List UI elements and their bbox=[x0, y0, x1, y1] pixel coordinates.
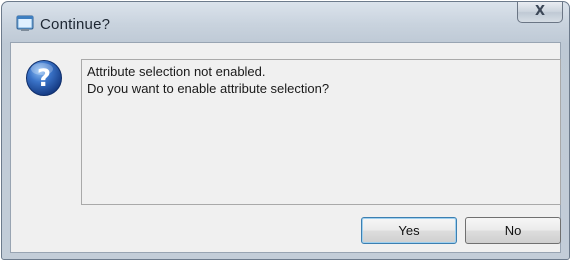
message-line-2: Do you want to enable attribute selectio… bbox=[87, 81, 330, 96]
svg-text:?: ? bbox=[37, 64, 51, 92]
no-button[interactable]: No bbox=[465, 217, 561, 244]
title-bar[interactable]: Continue? X bbox=[2, 2, 569, 42]
dialog-title: Continue? bbox=[40, 16, 111, 33]
close-icon: X bbox=[534, 3, 546, 19]
dialog-window: Continue? X ? Attribute selection not en… bbox=[1, 1, 570, 260]
message-line-1: Attribute selection not enabled. bbox=[87, 64, 266, 79]
dialog-window-icon bbox=[16, 15, 34, 31]
message-panel: Attribute selection not enabled. Do you … bbox=[81, 59, 561, 205]
dialog-content: ? Attribute selection not enabled. Do yo… bbox=[10, 42, 561, 253]
yes-button[interactable]: Yes bbox=[361, 217, 457, 244]
question-icon: ? bbox=[26, 60, 62, 96]
close-button[interactable]: X bbox=[517, 2, 563, 23]
